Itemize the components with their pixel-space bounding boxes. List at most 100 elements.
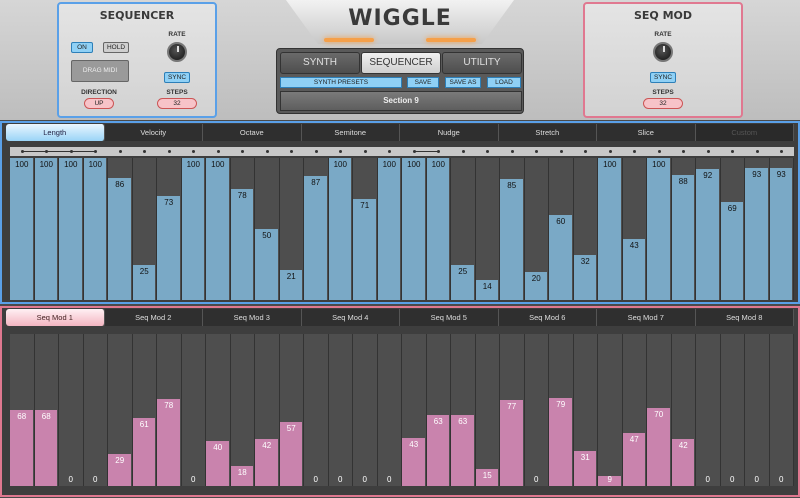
tie-toggle[interactable] bbox=[476, 147, 501, 156]
tab-synth[interactable]: SYNTH bbox=[280, 52, 360, 74]
step-30[interactable]: 69 bbox=[720, 158, 745, 300]
tie-toggle[interactable] bbox=[525, 147, 550, 156]
step-5[interactable]: 86 bbox=[108, 158, 133, 300]
steps-select[interactable]: 32 bbox=[157, 98, 197, 109]
step-28[interactable]: 42 bbox=[671, 334, 696, 486]
step-12[interactable]: 57 bbox=[279, 334, 304, 486]
tie-toggle[interactable] bbox=[598, 147, 623, 156]
step-18[interactable]: 63 bbox=[426, 334, 451, 486]
hold-button[interactable]: HOLD bbox=[103, 42, 129, 53]
step-7[interactable]: 78 bbox=[157, 334, 182, 486]
step-17[interactable]: 100 bbox=[402, 158, 427, 300]
tab-length[interactable]: Length bbox=[6, 124, 105, 141]
load-button[interactable]: LOAD bbox=[487, 77, 521, 88]
tab-seq-mod-2[interactable]: Seq Mod 2 bbox=[104, 309, 203, 326]
step-3[interactable]: 100 bbox=[59, 158, 84, 300]
tie-toggle[interactable] bbox=[549, 147, 574, 156]
tab-sequencer[interactable]: SEQUENCER bbox=[361, 52, 441, 74]
step-26[interactable]: 47 bbox=[622, 334, 647, 486]
step-7[interactable]: 73 bbox=[157, 158, 182, 300]
save-as-button[interactable]: SAVE AS bbox=[445, 77, 481, 88]
step-3[interactable]: 0 bbox=[59, 334, 84, 486]
step-11[interactable]: 42 bbox=[255, 334, 280, 486]
step-23[interactable]: 60 bbox=[549, 158, 574, 300]
step-19[interactable]: 63 bbox=[451, 334, 476, 486]
tie-toggle[interactable] bbox=[182, 147, 207, 156]
step-27[interactable]: 100 bbox=[647, 158, 672, 300]
step-29[interactable]: 0 bbox=[696, 334, 721, 486]
tab-seq-mod-3[interactable]: Seq Mod 3 bbox=[203, 309, 302, 326]
tie-toggle[interactable] bbox=[672, 147, 697, 156]
tab-seq-mod-7[interactable]: Seq Mod 7 bbox=[597, 309, 696, 326]
step-9[interactable]: 100 bbox=[206, 158, 231, 300]
step-2[interactable]: 100 bbox=[34, 158, 59, 300]
tie-toggle[interactable] bbox=[255, 147, 280, 156]
tab-nudge[interactable]: Nudge bbox=[400, 124, 499, 141]
drag-midi-button[interactable]: DRAG MIDI bbox=[71, 60, 129, 82]
step-29[interactable]: 92 bbox=[696, 158, 721, 300]
tab-octave[interactable]: Octave bbox=[203, 124, 302, 141]
step-31[interactable]: 0 bbox=[745, 334, 770, 486]
tab-seq-mod-1[interactable]: Seq Mod 1 bbox=[6, 309, 105, 326]
tie-toggle[interactable] bbox=[451, 147, 476, 156]
step-16[interactable]: 0 bbox=[377, 334, 402, 486]
tab-utility[interactable]: UTILITY bbox=[442, 52, 522, 74]
step-2[interactable]: 68 bbox=[34, 334, 59, 486]
step-32[interactable]: 93 bbox=[769, 158, 794, 300]
step-14[interactable]: 0 bbox=[328, 334, 353, 486]
step-24[interactable]: 31 bbox=[573, 334, 598, 486]
tie-toggle[interactable] bbox=[329, 147, 354, 156]
tab-seq-mod-5[interactable]: Seq Mod 5 bbox=[400, 309, 499, 326]
rate-knob[interactable] bbox=[167, 42, 187, 62]
step-9[interactable]: 40 bbox=[206, 334, 231, 486]
tie-toggle[interactable] bbox=[206, 147, 231, 156]
step-17[interactable]: 43 bbox=[402, 334, 427, 486]
step-13[interactable]: 87 bbox=[304, 158, 329, 300]
tab-seq-mod-8[interactable]: Seq Mod 8 bbox=[695, 309, 794, 326]
save-button[interactable]: SAVE bbox=[407, 77, 439, 88]
step-21[interactable]: 85 bbox=[500, 158, 525, 300]
step-4[interactable]: 100 bbox=[83, 158, 108, 300]
step-15[interactable]: 0 bbox=[353, 334, 378, 486]
tab-stretch[interactable]: Stretch bbox=[498, 124, 597, 141]
tie-toggle[interactable] bbox=[500, 147, 525, 156]
step-8[interactable]: 0 bbox=[181, 334, 206, 486]
step-32[interactable]: 0 bbox=[769, 334, 794, 486]
step-25[interactable]: 100 bbox=[598, 158, 623, 300]
tie-toggle[interactable] bbox=[745, 147, 770, 156]
step-10[interactable]: 18 bbox=[230, 334, 255, 486]
step-20[interactable]: 14 bbox=[475, 158, 500, 300]
tab-slice[interactable]: Slice bbox=[597, 124, 696, 141]
tie-toggle[interactable] bbox=[770, 147, 795, 156]
step-22[interactable]: 20 bbox=[524, 158, 549, 300]
tie-toggle[interactable] bbox=[623, 147, 648, 156]
step-24[interactable]: 32 bbox=[573, 158, 598, 300]
tie-toggle[interactable] bbox=[353, 147, 378, 156]
step-19[interactable]: 25 bbox=[451, 158, 476, 300]
tab-velocity[interactable]: Velocity bbox=[104, 124, 203, 141]
seqmod-steps-select[interactable]: 32 bbox=[643, 98, 683, 109]
step-20[interactable]: 15 bbox=[475, 334, 500, 486]
tab-custom[interactable]: Custom bbox=[695, 124, 794, 141]
step-13[interactable]: 0 bbox=[304, 334, 329, 486]
step-22[interactable]: 0 bbox=[524, 334, 549, 486]
step-26[interactable]: 43 bbox=[622, 158, 647, 300]
tie-toggle[interactable] bbox=[157, 147, 182, 156]
step-30[interactable]: 0 bbox=[720, 334, 745, 486]
step-21[interactable]: 77 bbox=[500, 334, 525, 486]
tie-toggle[interactable] bbox=[647, 147, 672, 156]
seqmod-rate-knob[interactable] bbox=[653, 42, 673, 62]
tie-toggle[interactable] bbox=[574, 147, 599, 156]
step-18[interactable]: 100 bbox=[426, 158, 451, 300]
tie-toggle[interactable] bbox=[133, 147, 158, 156]
step-14[interactable]: 100 bbox=[328, 158, 353, 300]
step-8[interactable]: 100 bbox=[181, 158, 206, 300]
tie-toggle[interactable] bbox=[378, 147, 403, 156]
tie-toggle[interactable] bbox=[231, 147, 256, 156]
sync-button[interactable]: SYNC bbox=[164, 72, 190, 83]
seqmod-sync-button[interactable]: SYNC bbox=[650, 72, 676, 83]
step-6[interactable]: 25 bbox=[132, 158, 157, 300]
tab-semitone[interactable]: Semitone bbox=[301, 124, 400, 141]
tie-toggle[interactable] bbox=[304, 147, 329, 156]
direction-select[interactable]: UP bbox=[84, 98, 114, 109]
